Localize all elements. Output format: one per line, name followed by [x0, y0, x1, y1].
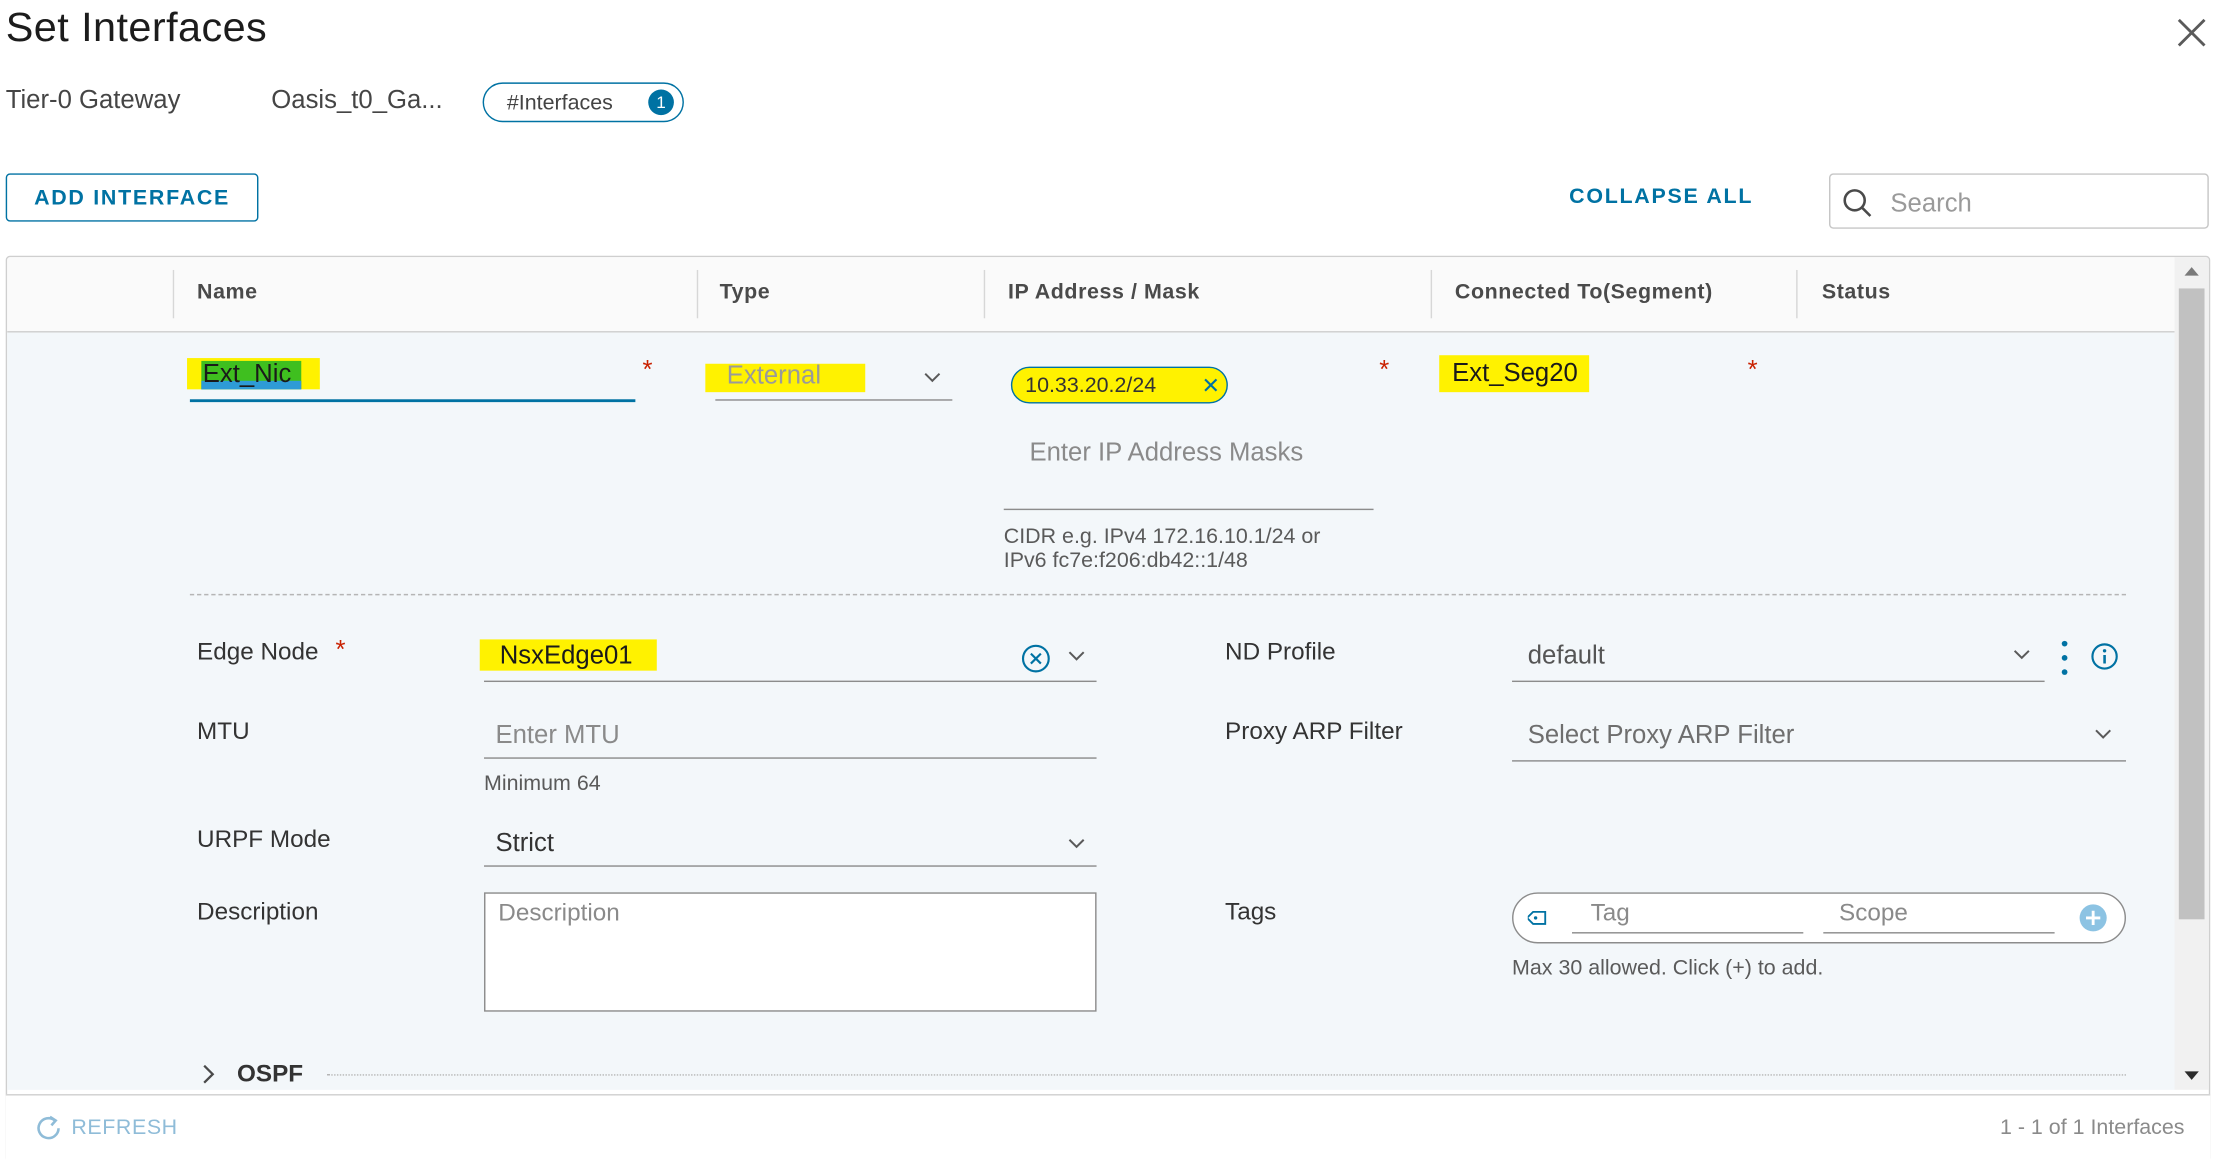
- info-icon[interactable]: [2090, 642, 2119, 670]
- close-icon[interactable]: [2170, 11, 2213, 54]
- description-textarea[interactable]: Description: [484, 892, 1097, 1012]
- refresh-button[interactable]: REFRESH: [71, 1115, 177, 1139]
- urpf-mode-label: URPF Mode: [197, 825, 331, 853]
- segment-select[interactable]: Ext_Seg20: [1452, 358, 1578, 388]
- search-box[interactable]: [1829, 173, 2209, 229]
- proxy-arp-filter-select[interactable]: Select Proxy ARP Filter: [1528, 720, 1795, 750]
- remove-chip-icon[interactable]: [1204, 378, 1218, 392]
- search-input[interactable]: [1887, 183, 2194, 224]
- collapse-all-link[interactable]: COLLAPSE ALL: [1569, 185, 1753, 209]
- column-header-name[interactable]: Name: [197, 280, 258, 304]
- proxy-arp-filter-label: Proxy ARP Filter: [1225, 717, 1403, 745]
- mtu-help: Minimum 64: [484, 771, 601, 796]
- more-options-icon[interactable]: [2057, 638, 2071, 681]
- column-header-ip[interactable]: IP Address / Mask: [1008, 280, 1200, 304]
- chevron-right-icon[interactable]: [201, 1064, 215, 1084]
- chevron-down-icon[interactable]: [924, 369, 941, 386]
- ip-address-input[interactable]: Enter IP Address Masks: [1029, 438, 1303, 468]
- breadcrumb-gateway: Oasis_t0_Ga...: [271, 85, 443, 114]
- chevron-down-icon[interactable]: [1068, 835, 1085, 852]
- nd-profile-label: ND Profile: [1225, 637, 1336, 665]
- required-mark: *: [642, 355, 653, 384]
- interface-type-select[interactable]: External: [727, 361, 821, 391]
- edge-node-select[interactable]: NsxEdge01: [500, 641, 633, 671]
- add-tag-icon[interactable]: [2079, 904, 2108, 932]
- ip-address-chip[interactable]: 10.33.20.2/24: [1010, 366, 1228, 404]
- chevron-down-icon[interactable]: [2013, 647, 2030, 664]
- scroll-up-icon[interactable]: [2183, 266, 2200, 277]
- section-divider: [189, 593, 2126, 596]
- clear-selection-icon[interactable]: [1021, 644, 1051, 674]
- description-label: Description: [197, 898, 319, 926]
- ip-help-line-1: CIDR e.g. IPv4 172.16.10.1/24 or: [1003, 524, 1321, 549]
- tags-help: Max 30 allowed. Click (+) to add.: [1512, 956, 1824, 981]
- interfaces-count-pill[interactable]: #Interfaces 1: [482, 82, 684, 123]
- breadcrumb-label: Tier-0 Gateway: [5, 85, 181, 114]
- interfaces-count-badge: 1: [648, 89, 674, 116]
- scroll-thumb[interactable]: [2178, 288, 2205, 920]
- pill-label: #Interfaces: [506, 90, 613, 115]
- grid-header: Name Type IP Address / Mask Connected To…: [7, 257, 2175, 333]
- column-header-segment[interactable]: Connected To(Segment): [1455, 280, 1713, 304]
- mtu-label: MTU: [197, 717, 250, 745]
- refresh-icon[interactable]: [33, 1113, 64, 1144]
- interface-name-input[interactable]: Ext_Nic: [203, 359, 292, 389]
- vertical-scrollbar[interactable]: [2174, 257, 2209, 1090]
- column-header-type[interactable]: Type: [720, 280, 771, 304]
- urpf-mode-select[interactable]: Strict: [495, 828, 554, 858]
- scroll-down-icon[interactable]: [2183, 1070, 2200, 1081]
- description-placeholder: Description: [498, 899, 620, 927]
- ip-help-line-2: IPv6 fc7e:f206:db42::1/48: [1003, 548, 1248, 573]
- grid-footer: REFRESH 1 - 1 of 1 Interfaces: [5, 1094, 2211, 1164]
- tag-input[interactable]: Tag: [1591, 899, 1630, 927]
- ip-chip-label: 10.33.20.2/24: [1025, 372, 1157, 398]
- scope-input[interactable]: Scope: [1839, 899, 1908, 927]
- nd-profile-select[interactable]: default: [1528, 641, 1605, 671]
- pagination-status: 1 - 1 of 1 Interfaces: [1999, 1115, 2185, 1140]
- edge-node-label: Edge Node: [197, 637, 319, 665]
- chevron-down-icon[interactable]: [2095, 726, 2112, 743]
- chevron-down-icon[interactable]: [1068, 648, 1085, 665]
- ospf-section-toggle[interactable]: OSPF: [237, 1060, 303, 1088]
- tags-label: Tags: [1225, 898, 1277, 926]
- search-icon: [1843, 189, 1872, 217]
- add-interface-button[interactable]: ADD INTERFACE: [5, 173, 259, 222]
- dialog-title: Set Interfaces: [5, 5, 268, 52]
- tag-icon: [1527, 910, 1547, 925]
- tags-input-group: Tag Scope: [1512, 892, 2126, 944]
- mtu-input[interactable]: Enter MTU: [495, 720, 619, 750]
- column-header-status[interactable]: Status: [1822, 280, 1891, 304]
